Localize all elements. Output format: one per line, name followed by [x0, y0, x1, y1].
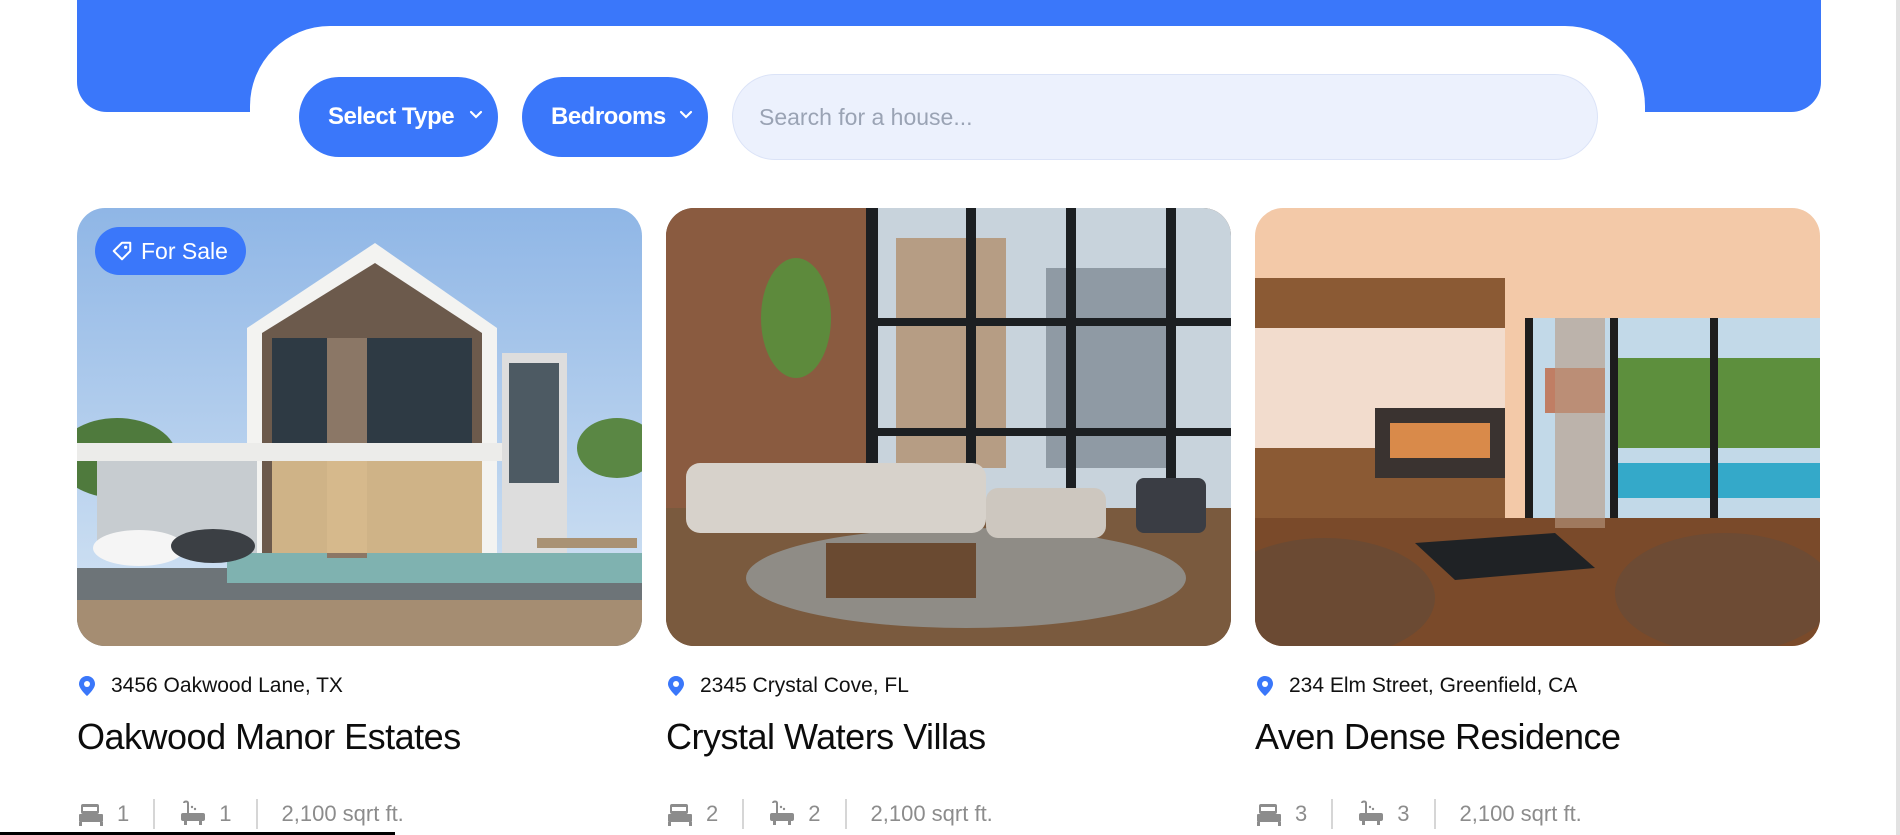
area-spec: 2,100 sqrt ft. — [871, 801, 993, 827]
listing-address: 2345 Crystal Cove, FL — [666, 674, 909, 698]
area-text: 2,100 sqrt ft. — [1459, 801, 1582, 826]
bedrooms-label: Bedrooms — [551, 103, 666, 130]
listing-title[interactable]: Aven Dense Residence — [1255, 716, 1621, 758]
select-type-dropdown[interactable]: Select Type — [299, 77, 498, 157]
map-pin-icon — [79, 676, 95, 696]
address-text: 3456 Oakwood Lane, TX — [111, 674, 343, 697]
baths-spec: 1 — [179, 800, 232, 828]
map-pin-icon — [668, 676, 684, 696]
badge-label: For Sale — [141, 237, 228, 264]
beds-spec: 2 — [666, 800, 718, 828]
chevron-down-icon — [469, 110, 483, 119]
listing-specs: 1 1 2,100 sqrt ft. — [77, 794, 404, 834]
listing-address: 234 Elm Street, Greenfield, CA — [1255, 674, 1577, 698]
baths-spec: 2 — [768, 800, 821, 828]
area-text: 2,100 sqrt ft. — [870, 801, 993, 826]
beds-count: 1 — [117, 801, 130, 826]
area-spec: 2,100 sqrt ft. — [1460, 801, 1582, 827]
baths-spec: 3 — [1357, 800, 1410, 828]
beds-count: 2 — [706, 801, 719, 826]
listing-card[interactable]: 2345 Crystal Cove, FL Crystal Waters Vil… — [666, 208, 1231, 829]
bedrooms-dropdown[interactable]: Bedrooms — [522, 77, 708, 157]
scrollbar-track[interactable] — [1896, 0, 1900, 835]
bed-icon — [1257, 804, 1281, 826]
listing-photo-loft-living-room[interactable] — [666, 208, 1231, 646]
listing-card[interactable]: 234 Elm Street, Greenfield, CA Aven Dens… — [1255, 208, 1820, 829]
beds-count: 3 — [1295, 801, 1308, 826]
search-field[interactable] — [732, 74, 1598, 160]
address-text: 234 Elm Street, Greenfield, CA — [1289, 674, 1578, 697]
bathtub-icon — [1359, 800, 1384, 825]
map-pin-icon — [1257, 676, 1273, 696]
divider — [1433, 799, 1436, 829]
listing-title[interactable]: Oakwood Manor Estates — [77, 716, 461, 758]
divider — [1331, 799, 1334, 829]
bathtub-icon — [770, 800, 795, 825]
for-sale-badge: For Sale — [95, 227, 246, 275]
bed-icon — [79, 804, 103, 826]
listing-title[interactable]: Crystal Waters Villas — [666, 716, 986, 758]
search-input[interactable] — [757, 102, 1597, 132]
divider — [255, 799, 258, 829]
listing-specs: 3 3 2,100 sqrt ft. — [1255, 794, 1582, 834]
listing-specs: 2 2 2,100 sqrt ft. — [666, 794, 993, 834]
baths-count: 2 — [808, 801, 821, 826]
divider — [844, 799, 847, 829]
bed-icon — [668, 804, 692, 826]
listing-card[interactable]: For Sale 3456 Oakwood Lane, TX Oakwood M… — [77, 208, 642, 829]
baths-count: 3 — [1397, 801, 1410, 826]
chevron-down-icon — [679, 110, 693, 119]
tag-icon — [112, 241, 132, 261]
address-text: 2345 Crystal Cove, FL — [700, 674, 909, 697]
baths-count: 1 — [219, 801, 232, 826]
listing-address: 3456 Oakwood Lane, TX — [77, 674, 343, 698]
beds-spec: 3 — [1255, 800, 1307, 828]
listing-photo-modern-house[interactable]: For Sale — [77, 208, 642, 646]
divider — [742, 799, 745, 829]
select-type-label: Select Type — [328, 103, 455, 130]
bathtub-icon — [181, 800, 206, 825]
area-spec: 2,100 sqrt ft. — [282, 801, 404, 827]
area-text: 2,100 sqrt ft. — [281, 801, 404, 826]
listing-photo-fireplace-lounge[interactable] — [1255, 208, 1820, 646]
divider — [153, 799, 156, 829]
beds-spec: 1 — [77, 800, 129, 828]
